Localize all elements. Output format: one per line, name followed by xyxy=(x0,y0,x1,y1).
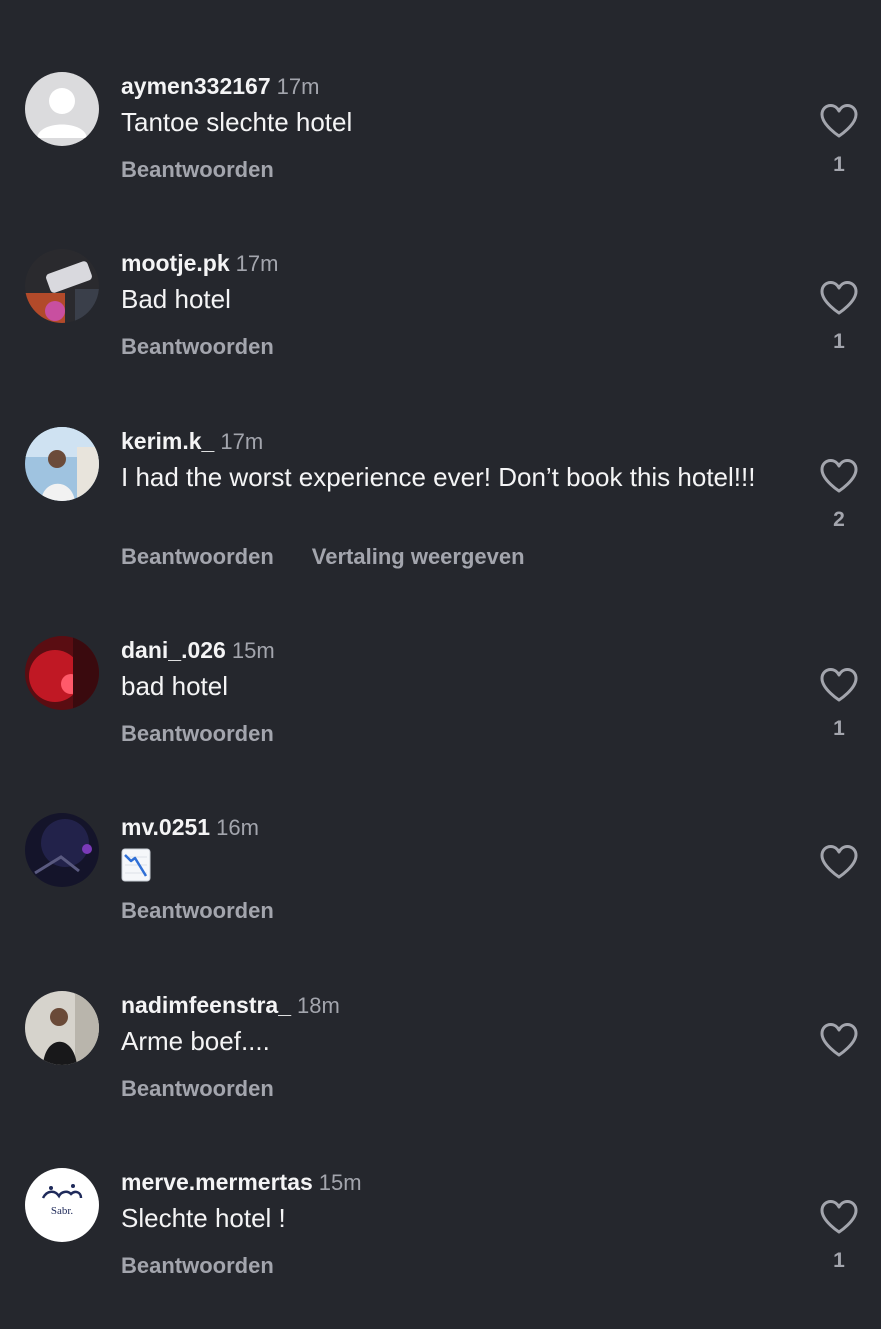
like-area: 1 xyxy=(817,103,861,177)
avatar[interactable] xyxy=(25,249,99,323)
translate-button[interactable]: Vertaling weergeven xyxy=(312,544,525,569)
comment-meta: nadimfeenstra_ 18m xyxy=(121,991,340,1019)
like-count: 1 xyxy=(833,153,845,176)
comment-text: Bad hotel xyxy=(121,284,231,314)
reply-button[interactable]: Beantwoorden xyxy=(121,898,274,923)
heart-icon[interactable] xyxy=(819,280,859,316)
photo-avatar-icon xyxy=(25,813,99,887)
avatar-logo-text: Sabr. xyxy=(51,1205,74,1217)
heart-icon[interactable] xyxy=(819,1199,859,1235)
username[interactable]: aymen332167 xyxy=(121,73,271,99)
heart-icon[interactable] xyxy=(819,667,859,703)
timestamp: 18m xyxy=(297,993,340,1018)
like-count: 1 xyxy=(833,717,845,740)
comment-text: Arme boef.... xyxy=(121,1026,270,1056)
username[interactable]: mv.0251 xyxy=(121,814,210,840)
default-user-avatar-icon xyxy=(25,72,99,146)
comment-text: Tantoe slechte hotel xyxy=(121,107,353,137)
comment-meta: dani_.026 15m xyxy=(121,636,275,664)
photo-avatar-icon xyxy=(25,249,99,323)
like-area: 2 xyxy=(817,458,861,532)
comment-text xyxy=(121,847,771,882)
reply-button[interactable]: Beantwoorden xyxy=(121,721,274,746)
comment-text: bad hotel xyxy=(121,671,228,701)
heart-icon[interactable] xyxy=(819,103,859,139)
comment-text: I had the worst experience ever! Don’t b… xyxy=(121,462,756,492)
timestamp: 17m xyxy=(235,251,279,276)
username[interactable]: mootje.pk xyxy=(121,250,230,276)
like-area: 1 xyxy=(817,280,861,354)
timestamp: 16m xyxy=(216,815,259,840)
like-area xyxy=(817,1022,861,1058)
photo-avatar-icon xyxy=(25,991,99,1065)
timestamp: 15m xyxy=(231,638,275,663)
comment-text: Slechte hotel ! xyxy=(121,1203,286,1233)
username[interactable]: dani_.026 xyxy=(121,637,226,663)
reply-button[interactable]: Beantwoorden xyxy=(121,1076,274,1101)
comment-meta: merve.mermertas 15m xyxy=(121,1168,362,1196)
timestamp: 17m xyxy=(220,429,264,454)
reply-button[interactable]: Beantwoorden xyxy=(121,334,274,359)
heart-icon[interactable] xyxy=(819,844,859,880)
avatar[interactable] xyxy=(25,72,99,146)
heart-icon[interactable] xyxy=(819,458,859,494)
comment-actions: Beantwoorden xyxy=(121,156,274,184)
comment-meta: mv.0251 16m xyxy=(121,813,259,841)
like-count: 1 xyxy=(833,330,845,353)
reply-button[interactable]: Beantwoorden xyxy=(121,157,274,182)
comment-actions: Beantwoorden xyxy=(121,720,274,748)
like-area: 1 xyxy=(817,667,861,741)
like-area xyxy=(817,844,861,880)
comment-meta: aymen332167 17m xyxy=(121,72,319,100)
comments-list: aymen332167 17m Tantoe slechte hotel Bean… xyxy=(0,0,881,1329)
comment-meta: mootje.pk 17m xyxy=(121,249,278,277)
username[interactable]: kerim.k_ xyxy=(121,428,214,454)
like-count: 1 xyxy=(833,1249,845,1272)
like-area: 1 xyxy=(817,1199,861,1273)
reply-button[interactable]: Beantwoorden xyxy=(121,1253,274,1278)
avatar[interactable] xyxy=(25,427,99,501)
timestamp: 15m xyxy=(318,1170,362,1195)
comment-actions: Beantwoorden xyxy=(121,897,274,925)
username[interactable]: nadimfeenstra_ xyxy=(121,992,291,1018)
chart-decreasing-icon xyxy=(121,848,151,882)
logo-avatar-icon: Sabr. xyxy=(25,1168,99,1242)
photo-avatar-icon xyxy=(25,427,99,501)
comment-actions: Beantwoorden Vertaling weergeven xyxy=(121,543,525,571)
comment-actions: Beantwoorden xyxy=(121,333,274,361)
avatar[interactable] xyxy=(25,813,99,887)
username[interactable]: merve.mermertas xyxy=(121,1169,313,1195)
avatar[interactable]: Sabr. xyxy=(25,1168,99,1242)
avatar[interactable] xyxy=(25,636,99,710)
comment-actions: Beantwoorden xyxy=(121,1075,274,1103)
timestamp: 17m xyxy=(276,74,320,99)
comment-actions: Beantwoorden xyxy=(121,1252,274,1280)
reply-button[interactable]: Beantwoorden xyxy=(121,544,274,569)
avatar[interactable] xyxy=(25,991,99,1065)
heart-icon[interactable] xyxy=(819,1022,859,1058)
like-count: 2 xyxy=(833,508,845,531)
photo-avatar-icon xyxy=(25,636,99,710)
comment-meta: kerim.k_ 17m xyxy=(121,427,263,455)
